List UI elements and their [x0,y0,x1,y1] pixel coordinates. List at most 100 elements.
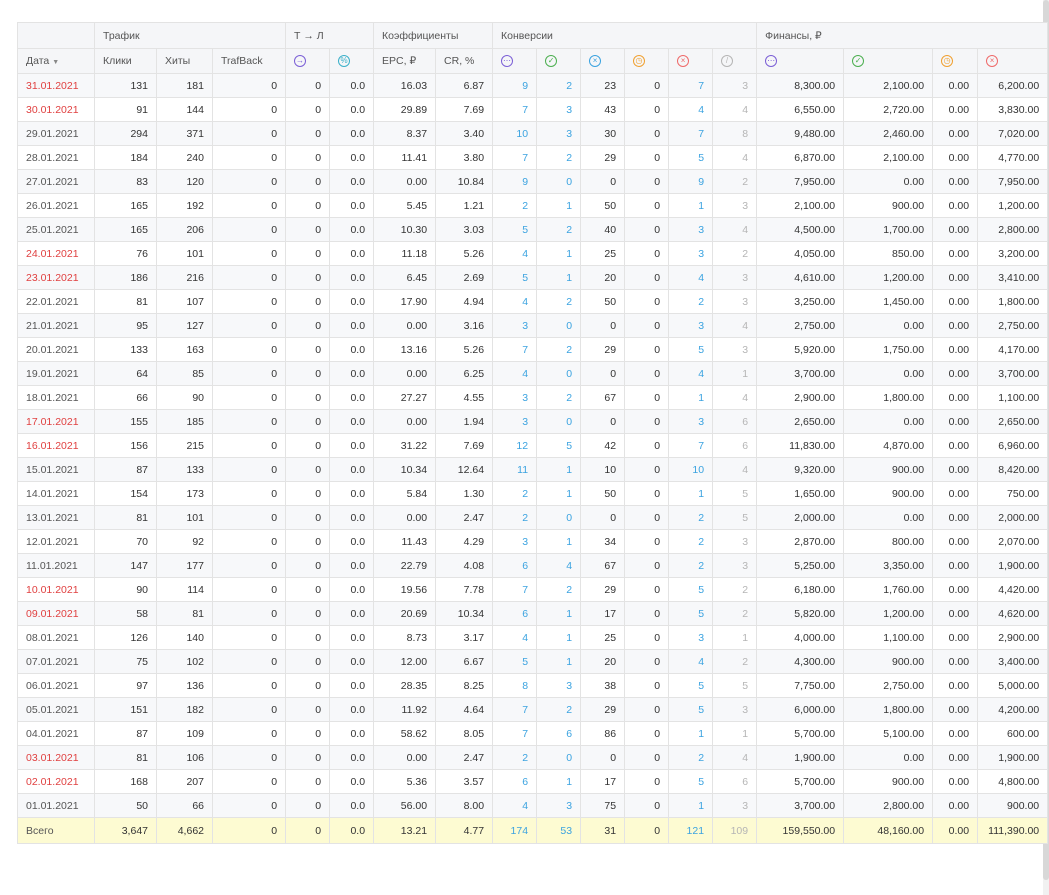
row-conv-total[interactable]: 4 [492,361,538,386]
row-conv-rejected[interactable]: 1 [668,481,714,506]
row-conv-rejected[interactable]: 2 [668,289,714,314]
row-conv-approved[interactable]: 0 [536,361,582,386]
column-fin-hold[interactable]: ◷ [932,48,979,74]
row-conv-total[interactable]: 8 [492,673,538,698]
row-conv-rejected[interactable]: 2 [668,553,714,578]
row-conv-rejected[interactable]: 5 [668,577,714,602]
row-conv-approved[interactable]: 0 [536,313,582,338]
row-conv-approved[interactable]: 0 [536,745,582,770]
row-conv-rejected[interactable]: 1 [668,193,714,218]
row-conv-rejected[interactable]: 4 [668,97,714,122]
row-conv-rejected[interactable]: 9 [668,169,714,194]
row-conv-approved[interactable]: 2 [536,217,582,242]
row-conv-total[interactable]: 5 [492,265,538,290]
row-conv-rejected[interactable]: 1 [668,721,714,746]
row-conv-rejected[interactable]: 1 [668,793,714,818]
row-conv-approved[interactable]: 2 [536,577,582,602]
total-conv-total[interactable]: 174 [492,817,538,844]
row-conv-approved[interactable]: 2 [536,145,582,170]
row-conv-total[interactable]: 6 [492,601,538,626]
column-tl-percent[interactable]: % [329,48,375,74]
row-conv-approved[interactable]: 2 [536,289,582,314]
row-conv-rejected[interactable]: 3 [668,217,714,242]
row-conv-total[interactable]: 10 [492,121,538,146]
row-conv-total[interactable]: 3 [492,313,538,338]
row-conv-approved[interactable]: 1 [536,625,582,650]
column-epc[interactable]: EPC, ₽ [373,48,437,74]
column-cr[interactable]: CR, % [435,48,494,74]
row-conv-rejected[interactable]: 5 [668,697,714,722]
row-conv-total[interactable]: 3 [492,385,538,410]
row-conv-total[interactable]: 5 [492,217,538,242]
row-conv-rejected[interactable]: 4 [668,649,714,674]
row-conv-total[interactable]: 12 [492,433,538,458]
column-conv-rejected[interactable]: × [668,48,714,74]
row-conv-approved[interactable]: 1 [536,649,582,674]
row-conv-rejected[interactable]: 7 [668,121,714,146]
row-conv-approved[interactable]: 1 [536,241,582,266]
total-conv-rejected[interactable]: 121 [668,817,714,844]
row-conv-rejected[interactable]: 5 [668,673,714,698]
row-conv-rejected[interactable]: 7 [668,433,714,458]
row-conv-rejected[interactable]: 3 [668,409,714,434]
column-fin-total[interactable]: ⋯ [756,48,845,74]
row-conv-approved[interactable]: 4 [536,553,582,578]
row-conv-total[interactable]: 7 [492,145,538,170]
row-conv-approved[interactable]: 2 [536,73,582,98]
row-conv-rejected[interactable]: 10 [668,457,714,482]
row-conv-rejected[interactable]: 1 [668,385,714,410]
row-conv-approved[interactable]: 1 [536,265,582,290]
row-conv-rejected[interactable]: 3 [668,241,714,266]
row-conv-approved[interactable]: 1 [536,457,582,482]
column-fin-approved[interactable]: ✓ [843,48,934,74]
row-conv-approved[interactable]: 0 [536,505,582,530]
column-hits[interactable]: Хиты [156,48,213,74]
row-conv-total[interactable]: 11 [492,457,538,482]
column-conv-approved[interactable]: ✓ [536,48,582,74]
row-conv-rejected[interactable]: 4 [668,361,714,386]
row-conv-approved[interactable]: 1 [536,769,582,794]
row-conv-rejected[interactable]: 7 [668,73,714,98]
row-conv-rejected[interactable]: 5 [668,769,714,794]
row-conv-total[interactable]: 4 [492,793,538,818]
row-conv-total[interactable]: 9 [492,73,538,98]
row-conv-total[interactable]: 7 [492,721,538,746]
column-fin-rejected[interactable]: × [977,48,1049,74]
row-conv-approved[interactable]: 6 [536,721,582,746]
row-conv-total[interactable]: 2 [492,745,538,770]
row-conv-rejected[interactable]: 2 [668,505,714,530]
row-conv-rejected[interactable]: 3 [668,313,714,338]
row-conv-total[interactable]: 3 [492,409,538,434]
row-conv-approved[interactable]: 3 [536,793,582,818]
row-conv-approved[interactable]: 3 [536,97,582,122]
row-conv-rejected[interactable]: 5 [668,145,714,170]
row-conv-total[interactable]: 6 [492,553,538,578]
row-conv-total[interactable]: 2 [492,481,538,506]
row-conv-total[interactable]: 2 [492,505,538,530]
column-conv-hold[interactable]: ◷ [624,48,670,74]
row-conv-approved[interactable]: 0 [536,409,582,434]
row-conv-total[interactable]: 2 [492,193,538,218]
column-tl-count[interactable]: → [285,48,331,74]
column-date[interactable]: Дата ▼ [17,48,95,74]
row-conv-approved[interactable]: 0 [536,169,582,194]
row-conv-total[interactable]: 5 [492,649,538,674]
column-conv-approved-percent[interactable]: × [580,48,626,74]
total-conv-approved[interactable]: 53 [536,817,582,844]
row-conv-approved[interactable]: 1 [536,481,582,506]
row-conv-approved[interactable]: 1 [536,601,582,626]
row-conv-rejected[interactable]: 5 [668,601,714,626]
row-conv-total[interactable]: 4 [492,241,538,266]
row-conv-total[interactable]: 9 [492,169,538,194]
row-conv-total[interactable]: 7 [492,577,538,602]
row-conv-approved[interactable]: 3 [536,673,582,698]
row-conv-total[interactable]: 3 [492,529,538,554]
row-conv-rejected[interactable]: 2 [668,745,714,770]
row-conv-rejected[interactable]: 4 [668,265,714,290]
row-conv-total[interactable]: 7 [492,697,538,722]
row-conv-total[interactable]: 4 [492,625,538,650]
row-conv-rejected[interactable]: 3 [668,625,714,650]
row-conv-approved[interactable]: 3 [536,121,582,146]
row-conv-approved[interactable]: 1 [536,529,582,554]
column-conv-total[interactable]: ⋯ [492,48,538,74]
